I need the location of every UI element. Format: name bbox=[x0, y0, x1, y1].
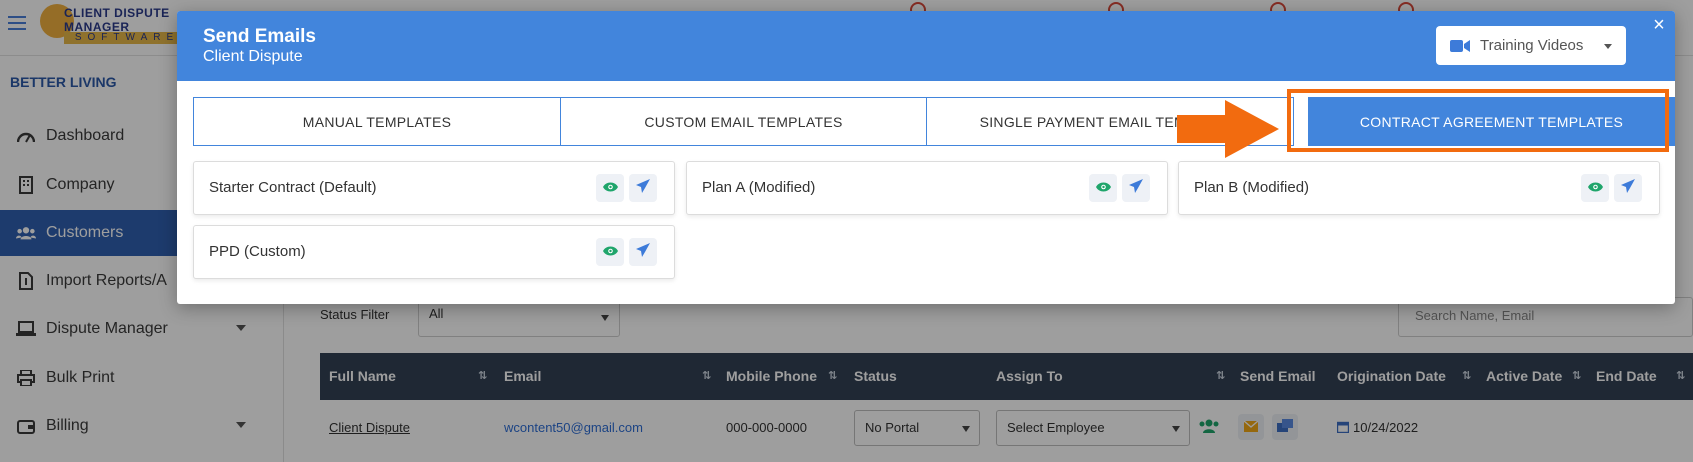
paper-plane-icon bbox=[1129, 178, 1143, 198]
caret-down-icon bbox=[1604, 44, 1612, 49]
send-template-button[interactable] bbox=[1614, 174, 1642, 202]
eye-icon bbox=[1587, 179, 1603, 197]
eye-icon bbox=[602, 179, 618, 197]
eye-icon bbox=[1095, 179, 1111, 197]
modal-subtitle: Client Dispute bbox=[203, 48, 303, 65]
send-template-button[interactable] bbox=[1122, 174, 1150, 202]
preview-button[interactable] bbox=[1089, 174, 1117, 202]
template-card: Starter Contract (Default) bbox=[193, 161, 675, 215]
video-camera-icon bbox=[1450, 39, 1470, 53]
template-name: Plan B (Modified) bbox=[1194, 179, 1310, 196]
preview-button[interactable] bbox=[1581, 174, 1609, 202]
tab-manual-templates[interactable]: MANUAL TEMPLATES bbox=[193, 97, 561, 146]
highlight-box bbox=[1287, 89, 1669, 152]
send-template-button[interactable] bbox=[629, 174, 657, 202]
template-name: Plan A (Modified) bbox=[702, 179, 816, 196]
training-videos-button[interactable]: Training Videos bbox=[1436, 26, 1626, 65]
modal-title: Send Emails bbox=[203, 26, 316, 47]
paper-plane-icon bbox=[1621, 178, 1635, 198]
template-card: Plan B (Modified) bbox=[1178, 161, 1660, 215]
send-emails-modal: Send Emails Client Dispute Training Vide… bbox=[177, 11, 1675, 304]
eye-icon bbox=[602, 243, 618, 261]
training-videos-label: Training Videos bbox=[1480, 37, 1584, 54]
preview-button[interactable] bbox=[596, 174, 624, 202]
close-button[interactable]: × bbox=[1649, 15, 1669, 37]
template-name: Starter Contract (Default) bbox=[209, 179, 377, 196]
paper-plane-icon bbox=[636, 178, 650, 198]
preview-button[interactable] bbox=[596, 238, 624, 266]
tab-custom-email-templates[interactable]: CUSTOM EMAIL TEMPLATES bbox=[560, 97, 927, 146]
arrow-right-icon bbox=[1177, 100, 1279, 158]
template-card: PPD (Custom) bbox=[193, 225, 675, 279]
paper-plane-icon bbox=[636, 242, 650, 262]
template-card: Plan A (Modified) bbox=[686, 161, 1168, 215]
modal-header: Send Emails Client Dispute Training Vide… bbox=[177, 11, 1675, 81]
template-name: PPD (Custom) bbox=[209, 243, 306, 260]
send-template-button[interactable] bbox=[629, 238, 657, 266]
